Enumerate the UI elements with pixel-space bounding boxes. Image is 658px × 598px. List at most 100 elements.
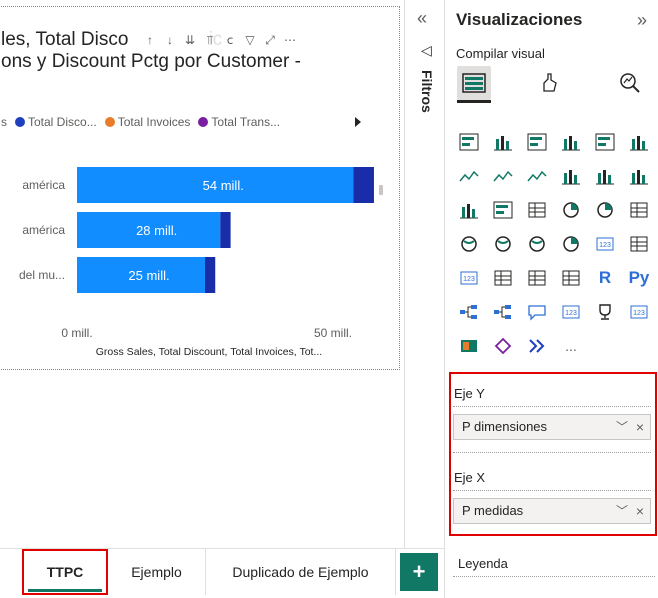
y-axis-field-name: P dimensiones [462,419,548,434]
ribbon-chart-icon[interactable] [627,164,651,188]
filter-icon[interactable]: ▽ [243,33,257,47]
build-visual-tab-icon[interactable] [457,66,491,100]
pie-chart-icon[interactable] [559,198,583,222]
stacked-bar-chart-icon[interactable] [457,130,481,154]
svg-text:123: 123 [633,310,645,317]
page-tab-label: TTPC [46,564,84,580]
filter-funnel-icon: ◁ [421,42,432,58]
active-tab-indicator [457,100,491,103]
visualizations-pane: Visualizaciones » Compilar visual 123 123… [444,0,658,598]
pin-icon[interactable]: ⅽ [223,33,237,47]
legend-item-label: Total Invoices [117,115,191,129]
chevron-down-icon[interactable]: ﹀ [616,415,628,439]
legend-dot [198,117,209,127]
visual-header-toolbar: ↑ ↓ ⇊ ⫪ ⅽ ▽ ⤢ ⋯ [139,29,301,51]
data-label: 25 mill. [128,268,169,283]
stacked-column-chart-icon[interactable] [491,130,515,154]
focus-mode-icon[interactable]: ⤢ [263,33,277,47]
drill-down-icon[interactable]: ↓ [163,33,177,47]
line-stacked-column-chart-icon[interactable] [593,164,617,188]
funnel-chart-icon[interactable] [491,198,515,222]
waterfall-chart-icon[interactable] [457,198,481,222]
format-visual-tab-icon[interactable] [533,66,567,100]
add-page-button[interactable]: + [400,553,438,591]
y-axis-well-label: Eje Y [454,386,485,401]
bar-chart-visual[interactable]: les, Total Discoic ons y Discount Pctg p… [0,6,400,370]
card-icon[interactable]: 123 [593,232,617,256]
power-automate-icon[interactable] [491,334,515,358]
resize-handle[interactable] [379,185,383,195]
y-axis-field[interactable]: P dimensiones ﹀ × [453,414,651,440]
power-apps-icon[interactable] [457,334,481,358]
bar-segment [353,167,374,203]
well-separator [453,452,651,453]
more-visuals-icon[interactable]: ... [559,334,583,358]
legend-next-arrow-icon[interactable] [355,117,361,127]
expand-right-icon[interactable]: » [637,10,647,31]
slicer-icon[interactable] [491,266,515,290]
bar-segment [220,212,231,248]
filters-label[interactable]: Filtros [419,70,435,113]
clustered-column-chart-icon[interactable] [559,130,583,154]
legend-item[interactable]: Total Trans... [198,115,280,129]
line-column-chart-icon[interactable] [559,164,583,188]
legend-dot [104,117,115,127]
map-icon[interactable] [457,232,481,256]
multi-row-card-icon[interactable] [627,232,651,256]
area-chart-icon[interactable] [491,164,515,188]
chevron-down-icon[interactable]: ﹀ [616,499,628,523]
legend-item[interactable]: Total Disco... [15,115,97,129]
scatter-chart-icon[interactable] [525,198,549,222]
analytics-tab-icon[interactable] [613,66,647,100]
page-tab-label: Ejemplo [131,564,182,580]
legend-dot [15,117,25,127]
x-tick-label: 50 mill. [314,326,352,340]
gauge-icon[interactable] [559,232,583,256]
line-chart-icon[interactable] [457,164,481,188]
qa-icon[interactable] [525,300,549,324]
clustered-bar-chart-icon[interactable] [525,130,549,154]
stacked-area-chart-icon[interactable] [525,164,549,188]
x-axis-field-name: P medidas [462,503,524,518]
decomposition-tree-icon[interactable] [491,300,515,324]
key-influencers-icon[interactable] [457,300,481,324]
svg-text:123: 123 [599,242,611,249]
visualizations-title: Visualizaciones [456,10,583,29]
collapse-left-icon[interactable]: « [417,8,427,29]
legend-well-drop-area[interactable] [453,576,655,598]
python-visual-icon[interactable]: Py [627,266,651,290]
r-visual-icon[interactable]: R [593,266,617,290]
table-icon[interactable] [525,266,549,290]
arcgis-icon[interactable] [525,334,549,358]
chart-title-line1: les, Total Disco [1,29,129,50]
expand-hierarchy-icon[interactable]: ⫪ [203,33,217,47]
shape-map-icon[interactable] [525,232,549,256]
remove-field-icon[interactable]: × [636,415,644,439]
chart-legend: s Total Disco... Total Invoices Total Tr… [1,115,280,129]
bar-segment [205,257,216,293]
data-label: 54 mill. [203,178,244,193]
page-tab-duplicado[interactable]: Duplicado de Ejemplo [206,549,396,595]
expand-all-down-icon[interactable]: ⇊ [183,33,197,47]
matrix-icon[interactable] [559,266,583,290]
smart-narrative-icon[interactable]: 123 [559,300,583,324]
metrics-icon[interactable] [593,300,617,324]
visual-types-grid: 123 123 R Py 123 123... [457,130,657,358]
treemap-icon[interactable] [627,198,651,222]
report-canvas: les, Total Discoic ons y Discount Pctg p… [0,0,408,548]
100-stacked-bar-chart-icon[interactable] [593,130,617,154]
svg-text:123: 123 [463,276,475,283]
legend-item[interactable]: s [1,115,7,129]
drill-up-icon[interactable]: ↑ [143,33,157,47]
x-axis-field[interactable]: P medidas ﹀ × [453,498,651,524]
legend-item[interactable]: Total Invoices [104,115,191,129]
remove-field-icon[interactable]: × [636,499,644,523]
paginated-report-icon[interactable]: 123 [627,300,651,324]
filled-map-icon[interactable] [491,232,515,256]
100-stacked-column-chart-icon[interactable] [627,130,651,154]
page-tabs-bar: TTPC Ejemplo Duplicado de Ejemplo + [0,548,444,598]
page-tab-ejemplo[interactable]: Ejemplo [108,549,206,595]
donut-chart-icon[interactable] [593,198,617,222]
more-options-icon[interactable]: ⋯ [283,33,297,47]
kpi-icon[interactable]: 123 [457,266,481,290]
